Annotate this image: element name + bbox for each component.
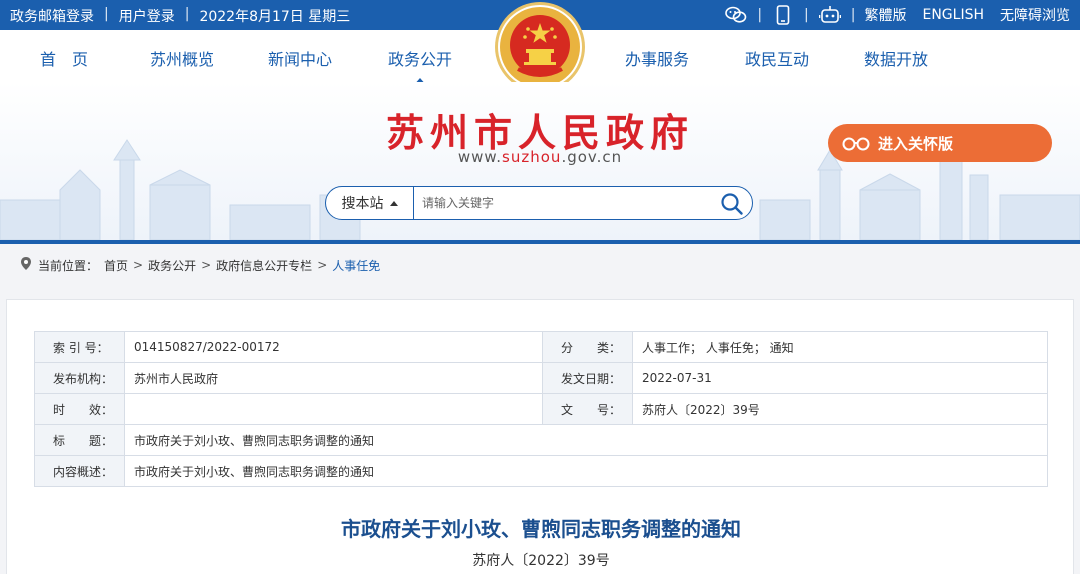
breadcrumb: 当前位置： 首页 > 政务公开 > 政府信息公开专栏 > 人事任免	[20, 256, 380, 274]
search-icon[interactable]	[720, 192, 744, 220]
search-scope-label: 搜本站	[341, 196, 384, 212]
meta-value: 市政府关于刘小玫、曹煦同志职务调整的通知	[124, 424, 1048, 456]
separator: |	[757, 7, 763, 23]
breadcrumb-government-affairs[interactable]: 政务公开	[148, 257, 196, 274]
breadcrumb-prefix: 当前位置：	[38, 258, 99, 273]
site-header-banner: 苏州市人民政府 www.suzhou.gov.cn 进入关怀版 搜本站	[0, 82, 1080, 240]
nav-government-affairs[interactable]: 政务公开	[388, 46, 452, 86]
separator: |	[104, 6, 109, 22]
meta-label: 分 类：	[542, 331, 633, 363]
breadcrumb-separator: >	[133, 258, 144, 272]
breadcrumb-current[interactable]: 人事任免	[332, 257, 380, 274]
meta-label: 标 题：	[34, 424, 125, 456]
article-panel: 索 引 号： 014150827/2022-00172 分 类： 人事工作； 人…	[6, 299, 1074, 574]
meta-value: 苏府人〔2022〕39号	[632, 393, 1048, 425]
search-scope-dropdown[interactable]: 搜本站	[326, 187, 414, 219]
meta-value: 2022-07-31	[632, 362, 1048, 394]
meta-label: 文 号：	[542, 393, 633, 425]
table-row: 时 效： 文 号： 苏府人〔2022〕39号	[34, 393, 1048, 425]
nav-suzhou-overview[interactable]: 苏州概览	[150, 46, 214, 70]
table-row: 内容概述： 市政府关于刘小玫、曹煦同志职务调整的通知	[34, 455, 1048, 487]
breadcrumb-separator: >	[317, 258, 328, 272]
table-row: 发布机构： 苏州市人民政府 发文日期： 2022-07-31	[34, 362, 1048, 394]
meta-value	[124, 393, 543, 425]
meta-label: 内容概述：	[34, 455, 125, 487]
care-mode-label: 进入关怀版	[878, 134, 954, 153]
article-document-number: 苏府人〔2022〕39号	[472, 553, 610, 569]
article-title: 市政府关于刘小玫、曹煦同志职务调整的通知	[341, 517, 741, 541]
robot-icon[interactable]	[818, 4, 842, 26]
gov-mail-login-link[interactable]: 政务邮箱登录	[10, 6, 94, 26]
mobile-icon[interactable]	[771, 4, 795, 26]
meta-value: 人事工作； 人事任免； 通知	[632, 331, 1048, 363]
nav-news-center[interactable]: 新闻中心	[268, 46, 332, 70]
user-login-link[interactable]: 用户登录	[119, 6, 175, 26]
current-date: 2022年8月17日 星期三	[199, 9, 351, 25]
url-suffix: .gov.cn	[561, 148, 623, 166]
accessibility-link[interactable]: 无障碍浏览	[1000, 5, 1070, 25]
separator: |	[804, 7, 809, 23]
breadcrumb-separator: >	[201, 258, 212, 272]
url-prefix: www.	[457, 148, 503, 166]
document-meta-table: 索 引 号： 014150827/2022-00172 分 类： 人事工作； 人…	[34, 331, 1048, 487]
meta-value: 市政府关于刘小玫、曹煦同志职务调整的通知	[124, 455, 1048, 487]
meta-value: 014150827/2022-00172	[124, 331, 543, 363]
meta-label: 索 引 号：	[34, 331, 125, 363]
separator: |	[850, 7, 856, 23]
site-search: 搜本站	[325, 186, 753, 220]
breadcrumb-home[interactable]: 首页	[104, 257, 128, 274]
nav-home[interactable]: 首 页	[40, 46, 88, 70]
meta-label: 发布机构：	[34, 362, 125, 394]
care-mode-button[interactable]: 进入关怀版	[828, 124, 1052, 162]
top-bar-left: 政务邮箱登录 | 用户登录 | 2022年8月17日 星期三	[10, 6, 350, 26]
meta-label: 发文日期：	[542, 362, 633, 394]
search-input[interactable]	[422, 193, 712, 213]
english-link[interactable]: ENGLISH	[922, 7, 984, 23]
location-pin-icon	[20, 256, 32, 274]
nav-open-data[interactable]: 数据开放	[864, 46, 928, 70]
separator: |	[184, 6, 190, 22]
top-bar-right: | | | 繁體版 ENGLISH 无障碍浏览	[724, 4, 1070, 26]
nav-services[interactable]: 办事服务	[625, 46, 689, 70]
url-brand: suzhou	[502, 148, 562, 166]
table-row: 标 题： 市政府关于刘小玫、曹煦同志职务调整的通知	[34, 424, 1048, 456]
wechat-icon[interactable]	[724, 4, 748, 26]
breadcrumb-info-disclosure[interactable]: 政府信息公开专栏	[216, 257, 312, 274]
nav-interaction[interactable]: 政民互动	[745, 46, 809, 70]
table-row: 索 引 号： 014150827/2022-00172 分 类： 人事工作； 人…	[34, 331, 1048, 363]
meta-label: 时 效：	[34, 393, 125, 425]
traditional-chinese-link[interactable]: 繁體版	[864, 5, 906, 25]
meta-value: 苏州市人民政府	[124, 362, 543, 394]
header-divider	[0, 240, 1080, 244]
glasses-icon	[842, 137, 870, 151]
caret-up-icon	[389, 200, 398, 206]
national-emblem-icon	[498, 5, 582, 89]
